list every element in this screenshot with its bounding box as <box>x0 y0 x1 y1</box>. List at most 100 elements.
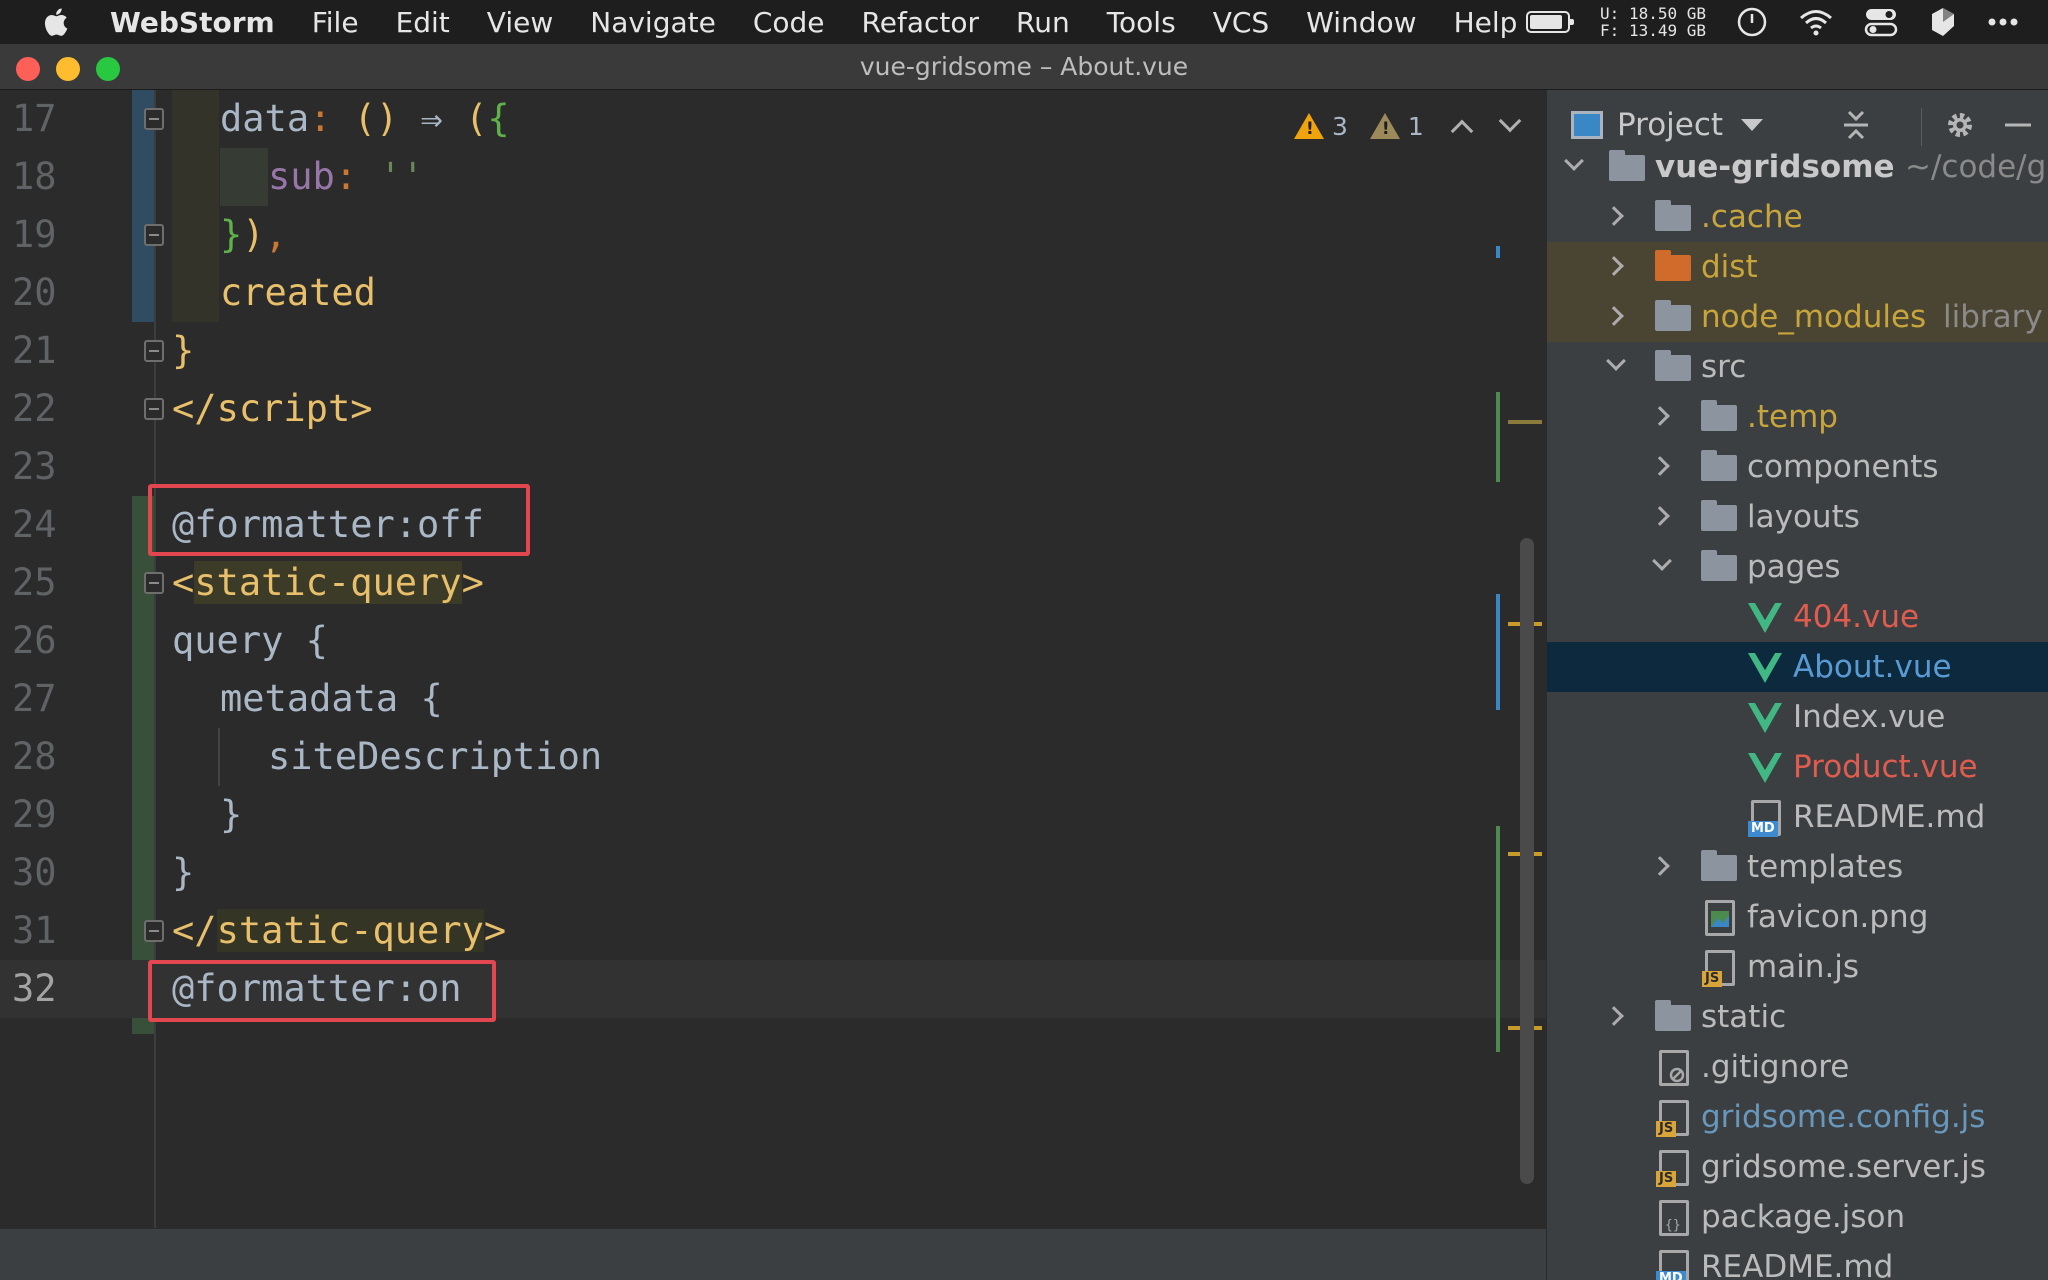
tree-item-label: README.md <box>1793 799 1986 835</box>
code-line[interactable]: 30 } <box>0 844 1546 902</box>
code-line[interactable]: 27 metadata { <box>0 670 1546 728</box>
tree-item-file[interactable]: {} package.json <box>1547 1192 2048 1242</box>
tree-item-folder[interactable]: layouts <box>1547 492 2048 542</box>
inspection-widget[interactable]: ! 3 ! 1 <box>1294 108 1534 144</box>
menu-app-name[interactable]: WebStorm <box>110 6 275 39</box>
tree-item-folder[interactable]: dist <box>1547 242 2048 292</box>
project-title[interactable]: Project <box>1617 107 1723 143</box>
collapse-all-icon[interactable] <box>1839 108 1873 142</box>
tree-item-folder[interactable]: node_modules library <box>1547 292 2048 342</box>
menu-tools[interactable]: Tools <box>1107 6 1176 39</box>
tree-item-folder[interactable]: pages <box>1547 542 2048 592</box>
change-marker[interactable] <box>1496 246 1500 258</box>
tree-item-folder[interactable]: templates <box>1547 842 2048 892</box>
menu-vcs[interactable]: VCS <box>1213 6 1269 39</box>
tree-item-file[interactable]: favicon.png <box>1547 892 2048 942</box>
weak-warning-icon[interactable]: ! <box>1369 113 1400 139</box>
fold-toggle-icon[interactable] <box>144 572 164 594</box>
previous-highlight-icon[interactable] <box>1450 119 1474 143</box>
tree-item-file[interactable]: Index.vue <box>1547 692 2048 742</box>
folder-icon <box>1701 550 1737 581</box>
tree-item-folder[interactable]: src <box>1547 342 2048 392</box>
code-line[interactable]: 28 siteDescription <box>0 728 1546 786</box>
more-menu-icon[interactable] <box>1988 17 2018 27</box>
menu-file[interactable]: File <box>312 6 359 39</box>
tree-item-label: src <box>1701 349 1747 385</box>
battery-icon[interactable] <box>1526 11 1575 33</box>
line-number: 21 <box>12 329 57 372</box>
tree-item-file[interactable]: JS main.js <box>1547 942 2048 992</box>
code-token: created <box>220 271 376 314</box>
code-line[interactable]: 29 } <box>0 786 1546 844</box>
hide-panel-icon[interactable] <box>2001 108 2035 142</box>
code-line[interactable]: 31 </static-query> <box>0 902 1546 960</box>
expand-arrow-icon[interactable] <box>1604 306 1624 326</box>
code-line[interactable]: 22 </script> <box>0 380 1546 438</box>
next-highlight-icon[interactable] <box>1498 109 1522 133</box>
expand-arrow-icon[interactable] <box>1650 406 1670 426</box>
tree-item-root[interactable]: vue-gridsome ~/code/g <box>1547 142 2048 192</box>
code-line[interactable]: 18 sub: '' <box>0 148 1546 206</box>
tree-item-file[interactable]: .gitignore <box>1547 1042 2048 1092</box>
wifi-icon[interactable] <box>1798 7 1834 37</box>
code-line[interactable]: 26 query { <box>0 612 1546 670</box>
tree-item-file[interactable]: Product.vue <box>1547 742 2048 792</box>
expand-arrow-icon[interactable] <box>1564 151 1584 171</box>
expand-arrow-icon[interactable] <box>1604 206 1624 226</box>
expand-arrow-icon[interactable] <box>1604 1006 1624 1026</box>
tree-item-folder[interactable]: .temp <box>1547 392 2048 442</box>
menu-run[interactable]: Run <box>1016 6 1070 39</box>
code-line[interactable]: 21 } <box>0 322 1546 380</box>
tree-item-folder[interactable]: .cache <box>1547 192 2048 242</box>
fold-toggle-icon[interactable] <box>144 920 164 942</box>
tree-item-file[interactable]: 404.vue <box>1547 592 2048 642</box>
warning-icon[interactable]: ! <box>1294 113 1324 139</box>
tree-item-label: package.json <box>1701 1199 1906 1235</box>
code-editor[interactable]: 17 data: () ⇒ ({ 18 sub: '' 19 }), 20 cr… <box>0 90 1546 1228</box>
error-stripe-marker[interactable] <box>1508 420 1542 424</box>
project-tool-window[interactable]: Project vue-gridsome ~/code/g .cache dis… <box>1546 90 2048 1280</box>
tree-item-file[interactable]: MD README.md <box>1547 1242 2048 1280</box>
control-center-icon[interactable] <box>1864 7 1898 37</box>
menu-view[interactable]: View <box>487 6 553 39</box>
fold-toggle-icon[interactable] <box>144 340 164 362</box>
disk-usage[interactable]: U: 18.50 GB F: 13.49 GB <box>1600 5 1706 39</box>
expand-arrow-icon[interactable] <box>1650 506 1670 526</box>
image-file-icon <box>1705 900 1735 936</box>
fold-toggle-icon[interactable] <box>144 108 164 130</box>
expand-arrow-icon[interactable] <box>1606 351 1626 371</box>
fold-toggle-icon[interactable] <box>144 224 164 246</box>
menu-help[interactable]: Help <box>1454 6 1518 39</box>
editor-scrollbar[interactable] <box>1520 538 1534 1184</box>
toolbox-app-icon[interactable] <box>1928 6 1958 38</box>
apple-logo-icon[interactable] <box>40 6 70 38</box>
expand-arrow-icon[interactable] <box>1650 856 1670 876</box>
line-number: 30 <box>12 851 57 894</box>
code-line[interactable]: 25 <static-query> <box>0 554 1546 612</box>
chevron-down-icon[interactable] <box>1741 119 1764 131</box>
tree-item-file[interactable]: JS gridsome.server.js <box>1547 1142 2048 1192</box>
tree-item-folder[interactable]: components <box>1547 442 2048 492</box>
menu-navigate[interactable]: Navigate <box>590 6 716 39</box>
menu-code[interactable]: Code <box>753 6 825 39</box>
gear-icon[interactable] <box>1943 108 1977 142</box>
tree-item-label: .cache <box>1701 199 1803 235</box>
code-line[interactable]: 20 created <box>0 264 1546 322</box>
fold-toggle-icon[interactable] <box>144 398 164 420</box>
tree-item-file[interactable]: JS gridsome.config.js <box>1547 1092 2048 1142</box>
expand-arrow-icon[interactable] <box>1650 456 1670 476</box>
tree-item-folder[interactable]: static <box>1547 992 2048 1042</box>
tree-item-file[interactable]: MD README.md <box>1547 792 2048 842</box>
expand-arrow-icon[interactable] <box>1652 551 1672 571</box>
tree-item-file-selected[interactable]: About.vue <box>1547 642 2048 692</box>
change-marker[interactable] <box>1496 392 1500 482</box>
clock-icon[interactable] <box>1736 6 1768 38</box>
menu-edit[interactable]: Edit <box>396 6 450 39</box>
expand-arrow-icon[interactable] <box>1604 256 1624 276</box>
change-marker[interactable] <box>1496 826 1500 1052</box>
menu-refactor[interactable]: Refactor <box>862 6 979 39</box>
change-marker[interactable] <box>1496 594 1500 710</box>
vue-file-icon <box>1748 603 1782 633</box>
code-line[interactable]: 19 }), <box>0 206 1546 264</box>
menu-window[interactable]: Window <box>1306 6 1416 39</box>
